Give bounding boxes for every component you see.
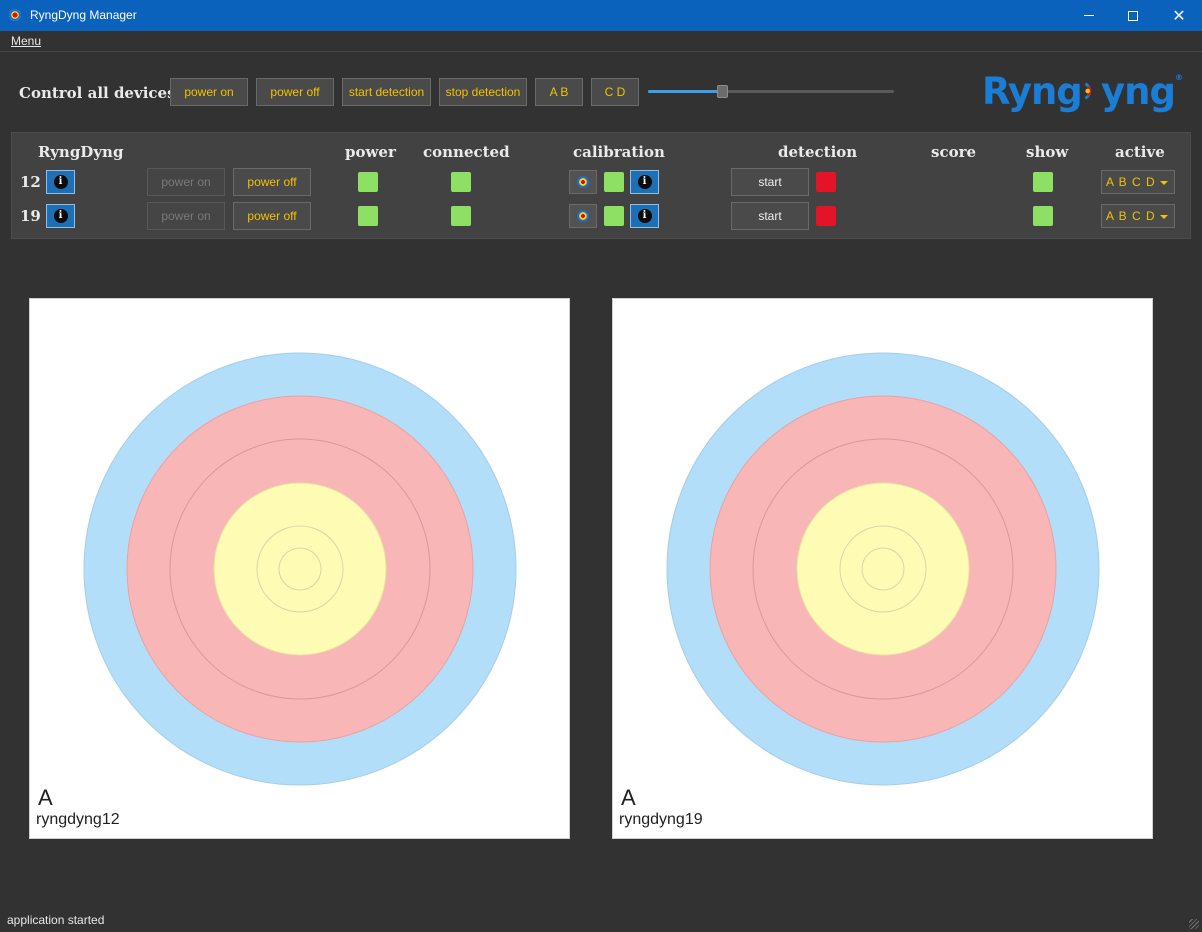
- header-detection: detection: [778, 143, 858, 161]
- chevron-down-icon: [1160, 215, 1168, 219]
- target-view-19[interactable]: A ryngdyng19: [612, 298, 1153, 839]
- window-title: RyngDyng Manager: [30, 8, 137, 22]
- show-toggle[interactable]: [1033, 172, 1053, 192]
- calibration-info-button[interactable]: i: [630, 204, 659, 228]
- menu-item-menu[interactable]: Menu: [11, 34, 41, 48]
- chevron-down-icon: [1160, 181, 1168, 185]
- menu-bar: Menu: [0, 31, 1202, 52]
- detection-start-button[interactable]: start: [731, 168, 809, 196]
- header-ryngdyng: RyngDyng: [38, 143, 124, 161]
- archery-target: [83, 352, 517, 786]
- detection-indicator: [816, 206, 836, 226]
- target-icon: [577, 176, 589, 188]
- active-select-value: A B C D: [1106, 175, 1156, 189]
- header-connected: connected: [423, 143, 510, 161]
- calibrate-button[interactable]: [569, 204, 597, 228]
- device-power-off-button[interactable]: power off: [233, 168, 311, 196]
- device-power-on-button[interactable]: power on: [147, 202, 225, 230]
- control-all-label: Control all devices:: [19, 84, 182, 102]
- detection-start-button[interactable]: start: [731, 202, 809, 230]
- logo-text-right: yng: [1101, 70, 1176, 113]
- calibrate-button[interactable]: [569, 170, 597, 194]
- active-select-value: A B C D: [1106, 209, 1156, 223]
- status-text: application started: [7, 913, 105, 927]
- close-icon: ✕: [1172, 6, 1186, 25]
- slider-fill: [648, 90, 722, 93]
- title-bar: RyngDyng Manager ✕: [0, 0, 1202, 31]
- power-indicator: [358, 206, 378, 226]
- active-select[interactable]: A B C D: [1101, 170, 1175, 194]
- device-power-off-button[interactable]: power off: [233, 202, 311, 230]
- device-power-on-button[interactable]: power on: [147, 168, 225, 196]
- maximize-icon: [1128, 10, 1138, 21]
- cd-button[interactable]: C D: [591, 78, 639, 106]
- device-info-button[interactable]: i: [46, 170, 75, 194]
- active-select[interactable]: A B C D: [1101, 204, 1175, 228]
- info-icon: i: [53, 209, 68, 223]
- status-bar: application started: [0, 910, 1202, 932]
- all-start-detection-button[interactable]: start detection: [342, 78, 431, 106]
- connected-indicator: [451, 172, 471, 192]
- target-icon: [577, 210, 589, 222]
- logo-target-icon: [1084, 82, 1092, 100]
- show-toggle[interactable]: [1033, 206, 1053, 226]
- calibration-indicator: [604, 206, 624, 226]
- archery-target: [666, 352, 1100, 786]
- calibration-info-button[interactable]: i: [630, 170, 659, 194]
- header-show: show: [1026, 143, 1069, 161]
- info-icon: i: [637, 209, 652, 223]
- target-view-12[interactable]: A ryngdyng12: [29, 298, 570, 839]
- target-letter: A: [38, 785, 53, 810]
- target-letter: A: [621, 785, 636, 810]
- logo-text-left: Ryng: [982, 70, 1083, 113]
- all-power-off-button[interactable]: power off: [256, 78, 334, 106]
- resize-grip-icon[interactable]: [1189, 919, 1199, 929]
- minimize-icon: [1084, 15, 1094, 16]
- device-id: 12: [20, 173, 41, 191]
- header-score: score: [931, 143, 977, 161]
- detection-indicator: [816, 172, 836, 192]
- header-power: power: [345, 143, 396, 161]
- header-active: active: [1115, 143, 1165, 161]
- ab-button[interactable]: A B: [535, 78, 583, 106]
- slider-handle[interactable]: [717, 85, 728, 98]
- logo-registered: ®: [1175, 73, 1183, 82]
- all-stop-detection-button[interactable]: stop detection: [439, 78, 527, 106]
- all-power-on-button[interactable]: power on: [170, 78, 248, 106]
- device-id: 19: [20, 207, 41, 225]
- info-icon: i: [637, 175, 652, 189]
- header-calibration: calibration: [573, 143, 665, 161]
- target-device-name: ryngdyng19: [619, 811, 703, 828]
- calibration-indicator: [604, 172, 624, 192]
- device-info-button[interactable]: i: [46, 204, 75, 228]
- minimize-button[interactable]: [1066, 0, 1112, 31]
- connected-indicator: [451, 206, 471, 226]
- maximize-button[interactable]: [1110, 0, 1156, 31]
- close-button[interactable]: ✕: [1156, 0, 1202, 31]
- target-device-name: ryngdyng12: [36, 811, 120, 828]
- power-indicator: [358, 172, 378, 192]
- info-icon: i: [53, 175, 68, 189]
- app-icon: [9, 9, 21, 21]
- ryngdyng-logo: Ryng yng ®: [982, 70, 1183, 118]
